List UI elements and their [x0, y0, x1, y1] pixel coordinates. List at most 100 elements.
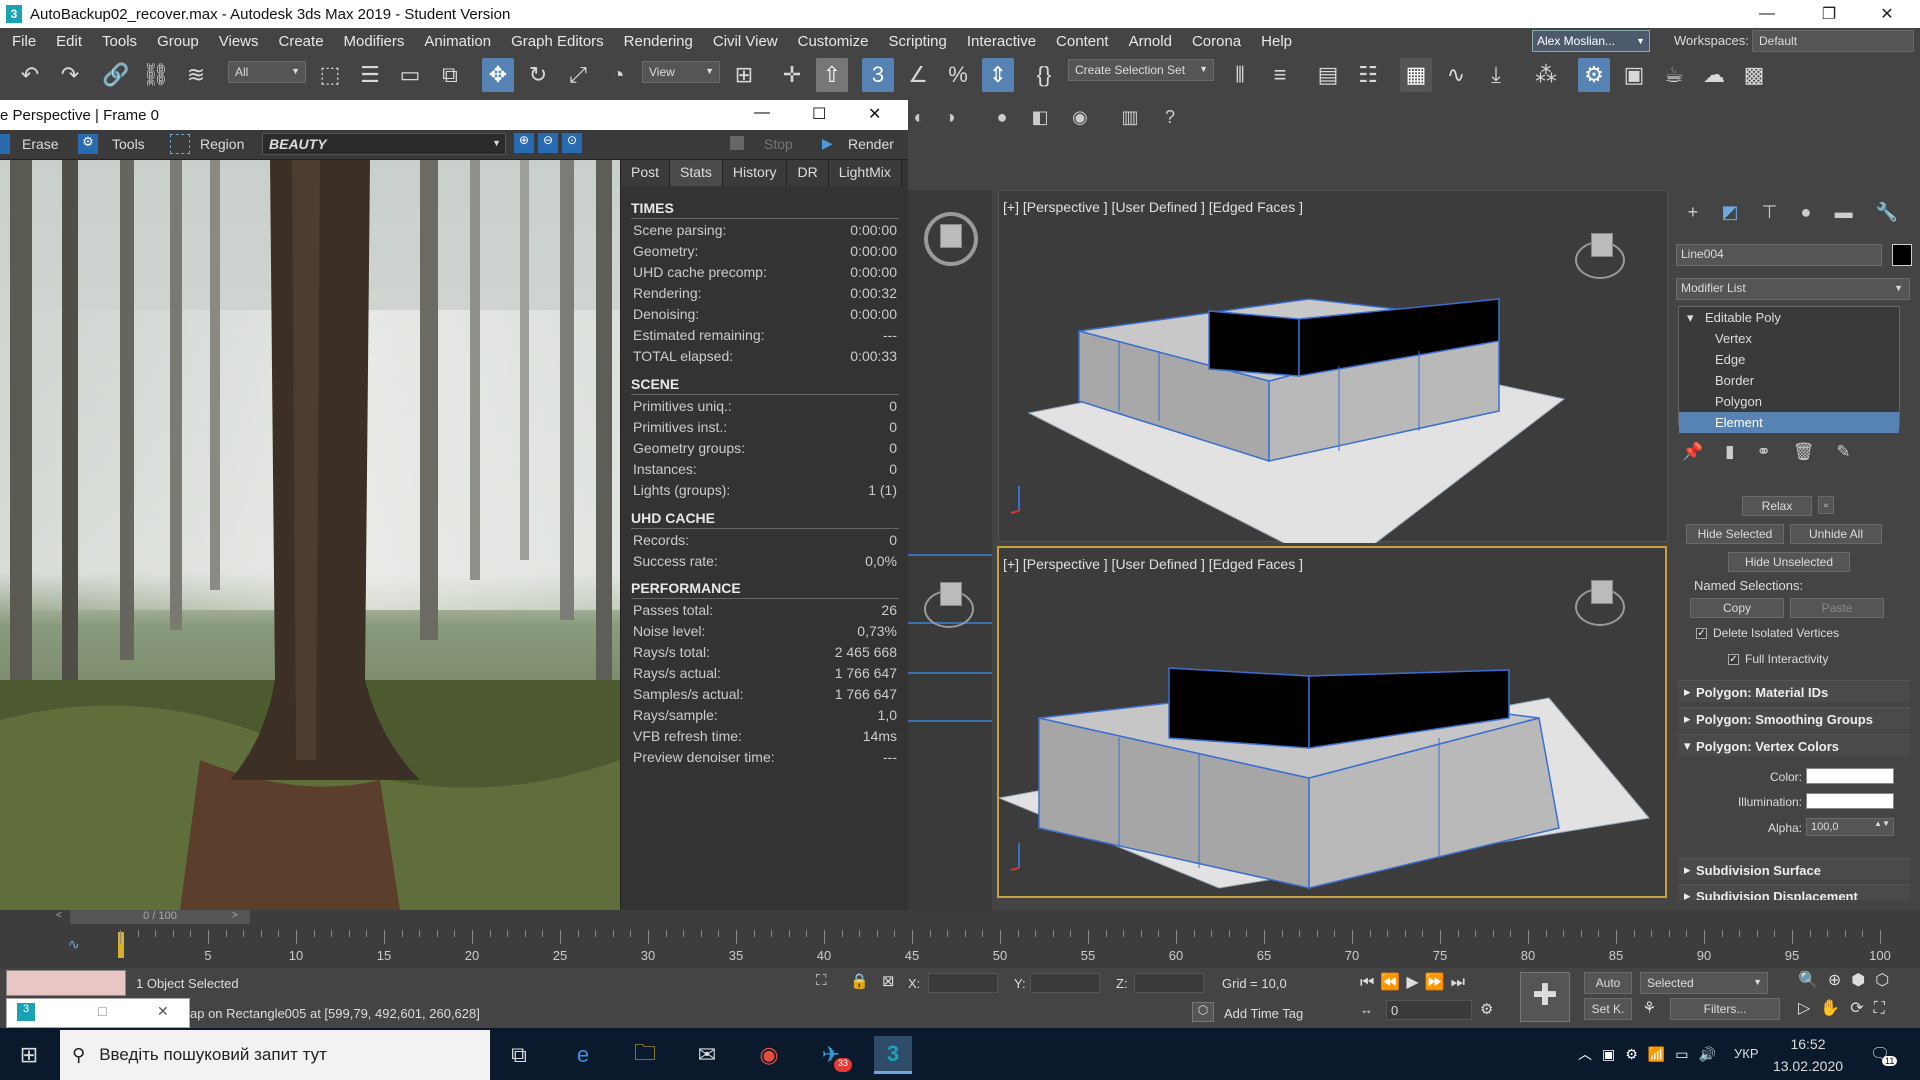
workspaces-dropdown[interactable]: Default	[1752, 30, 1914, 52]
absolute-mode-icon[interactable]: ⊠	[882, 972, 895, 990]
tab-post[interactable]: Post	[621, 160, 671, 186]
chrome-icon[interactable]: ◉	[750, 1036, 788, 1074]
ribbon-toggle-icon[interactable]: ▦	[1400, 58, 1432, 92]
restore-icon[interactable]: ☐	[97, 1005, 108, 1019]
menu-file[interactable]: File	[0, 33, 46, 50]
erase-button[interactable]: Erase	[22, 136, 59, 152]
corona-light-icon[interactable]: ●	[988, 103, 1016, 131]
language-indicator[interactable]: УКР	[1734, 1046, 1759, 1061]
3dsmax-taskbar-icon[interactable]: 3	[874, 1036, 912, 1074]
isolate-icon[interactable]: ⛶	[816, 972, 827, 989]
keyboard-shortcut-override-icon[interactable]: ⇧	[816, 58, 848, 92]
go-to-start-icon[interactable]: ⏮	[1360, 974, 1380, 991]
undo-icon[interactable]: ↶	[14, 58, 46, 92]
menu-scripting[interactable]: Scripting	[878, 33, 956, 50]
relax-button[interactable]: Relax	[1742, 496, 1812, 516]
menu-civil-view[interactable]: Civil View	[703, 33, 788, 50]
minimize-button[interactable]: —	[1742, 0, 1792, 28]
snaps-toggle-icon[interactable]: 3	[862, 58, 894, 92]
pan-icon[interactable]: ✋	[1820, 1000, 1850, 1017]
lock-selection-icon[interactable]: 🔒	[850, 972, 869, 990]
user-account-dropdown[interactable]: Alex Moslian... ▼	[1532, 30, 1650, 52]
angle-snap-icon[interactable]: ∠	[902, 58, 934, 92]
copy-button[interactable]: Copy	[1690, 598, 1784, 618]
utilities-tab-icon[interactable]: 🔧	[1876, 202, 1898, 223]
viewcube-icon[interactable]	[924, 212, 978, 266]
select-manipulate-icon[interactable]: ✛	[776, 58, 808, 92]
stack-item-border[interactable]: Border	[1679, 370, 1899, 391]
curve-editor-icon[interactable]: ∿	[1440, 58, 1472, 92]
motion-tab-icon[interactable]: ●	[1801, 202, 1812, 223]
menu-customize[interactable]: Customize	[788, 33, 879, 50]
modify-tab-icon[interactable]: ◩	[1721, 202, 1738, 223]
menu-edit[interactable]: Edit	[46, 33, 92, 50]
render-in-cloud-icon[interactable]: ▩	[1738, 58, 1770, 92]
stop-button[interactable]: Stop	[764, 136, 793, 152]
menu-arnold[interactable]: Arnold	[1119, 33, 1182, 50]
window-crossing-icon[interactable]: ⧉	[434, 58, 466, 92]
file-explorer-icon[interactable]: 🗀	[626, 1036, 664, 1074]
key-filter-dropdown[interactable]: Selected	[1640, 972, 1768, 994]
time-tag-icon[interactable]: ⬡	[1192, 1002, 1214, 1022]
tools-gear-icon[interactable]: ⚙	[78, 134, 98, 154]
viewport-perspective-bottom[interactable]: [+] [Perspective ] [User Defined ] [Edge…	[997, 546, 1667, 898]
link-icon[interactable]: 🔗	[100, 58, 132, 92]
pivot-center-icon[interactable]: ⊞	[728, 58, 760, 92]
hierarchy-tab-icon[interactable]: ⊤	[1762, 202, 1778, 223]
rollout-material-ids[interactable]: Polygon: Material IDs	[1678, 680, 1910, 702]
set-key-icon[interactable]: ✚	[1520, 972, 1570, 1022]
align-icon[interactable]: ≡	[1264, 58, 1296, 92]
zoom-icon[interactable]: 🔍	[1798, 972, 1828, 989]
reference-coordinate-dropdown[interactable]: View	[642, 61, 720, 83]
prev-frame-arrow[interactable]: <	[56, 910, 70, 924]
object-name-field[interactable]: Line004	[1676, 244, 1882, 266]
zoom-extents-icon[interactable]: ⬢	[1851, 972, 1875, 989]
key-mode-icon[interactable]: ↔	[1360, 1002, 1373, 1017]
menu-animation[interactable]: Animation	[414, 33, 501, 50]
zoom-extents-all-icon[interactable]: ⬡	[1875, 972, 1899, 989]
close-button[interactable]: ✕	[1862, 0, 1912, 28]
rendered-image[interactable]	[0, 160, 620, 910]
prev-key-icon[interactable]: ⏪	[1380, 974, 1406, 991]
vfb-minimize-button[interactable]: —	[754, 104, 770, 122]
left-viewport-strip[interactable]	[908, 190, 992, 910]
select-by-name-icon[interactable]: ☰	[354, 58, 386, 92]
illumination-swatch[interactable]	[1806, 793, 1894, 809]
network-icon[interactable]: 📶	[1648, 1046, 1675, 1062]
hide-unselected-button[interactable]: Hide Unselected	[1728, 552, 1850, 572]
time-config-icon[interactable]: ⚙	[1480, 1000, 1493, 1018]
mirror-icon[interactable]: ⫴	[1224, 58, 1256, 92]
modifier-list-dropdown[interactable]: Modifier List ▼	[1676, 278, 1910, 300]
menu-content[interactable]: Content	[1046, 33, 1119, 50]
menu-group[interactable]: Group	[147, 33, 209, 50]
unhide-all-button[interactable]: Unhide All	[1790, 524, 1882, 544]
menu-tools[interactable]: Tools	[92, 33, 147, 50]
full-interactivity-checkbox[interactable]: ✓ Full Interactivity	[1728, 652, 1828, 666]
corona-proxy-icon[interactable]: ◉	[1066, 103, 1094, 131]
mail-icon[interactable]: ✉	[688, 1036, 726, 1074]
current-frame-spinner[interactable]: 0	[1386, 1000, 1472, 1020]
z-coordinate-field[interactable]	[1134, 973, 1204, 993]
vertex-color-swatch[interactable]	[1806, 768, 1894, 784]
show-hidden-icon[interactable]: ︿	[1578, 1046, 1602, 1062]
play-icon[interactable]: ▶	[1406, 974, 1424, 991]
rollout-subdivision-displacement[interactable]: Subdivision Displacement	[1678, 884, 1910, 900]
selection-filter-dropdown[interactable]: All	[228, 61, 306, 83]
render-button[interactable]: Render	[848, 136, 894, 152]
edit-named-selection-icon[interactable]: {}	[1028, 58, 1060, 92]
delete-isolated-checkbox[interactable]: ✓ Delete Isolated Vertices	[1696, 626, 1839, 640]
clock-time[interactable]: 16:52	[1778, 1036, 1838, 1052]
place-icon[interactable]: ◔	[602, 58, 634, 92]
select-object-icon[interactable]: ⬚	[314, 58, 346, 92]
key-filters-button[interactable]: Filters...	[1670, 998, 1780, 1020]
make-unique-icon[interactable]: ⚭	[1757, 442, 1771, 468]
menu-rendering[interactable]: Rendering	[614, 33, 703, 50]
vfb-maximize-button[interactable]: ☐	[812, 104, 826, 124]
zoom-out-icon[interactable]: ⊖	[538, 133, 558, 153]
stack-item-editable-poly[interactable]: ▾ Editable Poly	[1679, 307, 1899, 328]
timeline-ruler[interactable]: 5 10 15 20 25 30 35 40 45 50 55 60 65 70 75 80 85 90 95 100	[120, 930, 1891, 966]
corona-camera-icon[interactable]: ◧	[1026, 103, 1054, 131]
zoom-all-icon[interactable]: ⊕	[1828, 972, 1851, 989]
windows-start-icon[interactable]: ⊞	[10, 1036, 48, 1074]
viewport-perspective-top[interactable]: [+] [Perspective ] [User Defined ] [Edge…	[998, 190, 1668, 543]
